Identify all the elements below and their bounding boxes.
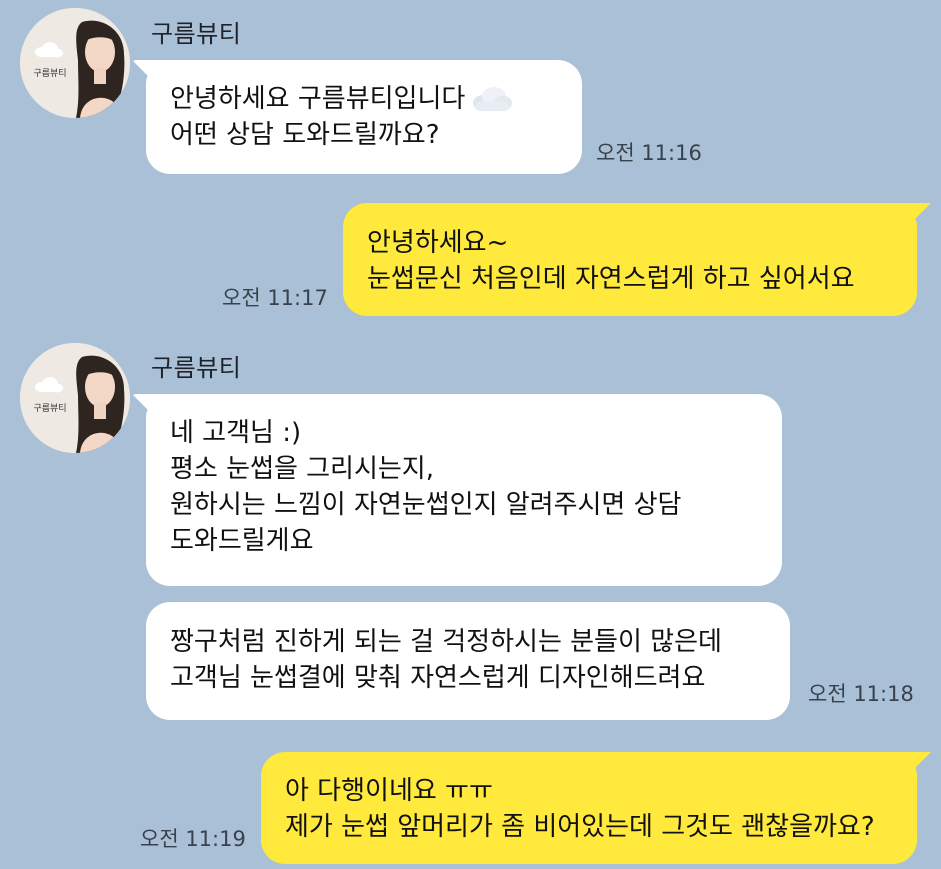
message-bubble[interactable]: 안녕하세요~ 눈썹문신 처음인데 자연스럽게 하고 싶어서요 (343, 203, 931, 316)
message-text: 안녕하세요 구름뷰티입니다 (170, 84, 466, 114)
message-line: 제가 눈썹 앞머리가 좀 비어있는데 그것도 괜찮을까요? (285, 812, 875, 842)
message-line: 네 고객님 :) (170, 418, 302, 448)
message-bubble[interactable]: 네 고객님 :) 평소 눈썹을 그리시는지, 원하시는 느낌이 자연눈썹인지 알… (132, 394, 782, 586)
message-bubble[interactable]: 아 다행이네요 ㅠㅠ 제가 눈썹 앞머리가 좀 비어있는데 그것도 괜찮을까요? (261, 752, 931, 864)
bubble-tail (132, 394, 172, 434)
bubble-tail (132, 60, 172, 100)
avatar[interactable]: 구름뷰티 (20, 8, 130, 118)
message-line: 아 다행이네요 ㅠㅠ (285, 776, 493, 806)
message-time: 오전 11:18 (808, 682, 914, 706)
message-line: 원하시는 느낌이 자연눈썹인지 알려주시면 상담 (170, 490, 682, 520)
sender-name: 구름뷰티 (151, 20, 242, 48)
chat-log: 구름뷰티 구름뷰티 안녕하세요 구름뷰티입니다 어떤 상담 도와드릴까요? 오전… (0, 0, 941, 869)
message-time: 오전 11:17 (222, 286, 328, 310)
message-time: 오전 11:19 (140, 827, 246, 851)
message-line: 짱구처럼 진하게 되는 걸 걱정하시는 분들이 많은데 (170, 627, 722, 657)
avatar-label: 구름뷰티 (33, 68, 66, 79)
avatar[interactable]: 구름뷰티 (20, 343, 130, 453)
message-line: 안녕하세요~ (367, 228, 509, 258)
avatar-image: 구름뷰티 (20, 8, 130, 118)
sender-name: 구름뷰티 (151, 354, 242, 382)
message-time: 오전 11:16 (596, 141, 702, 165)
cloud-emoji-icon (473, 87, 513, 111)
avatar-label: 구름뷰티 (33, 403, 66, 414)
message-bubble[interactable]: 짱구처럼 진하게 되는 걸 걱정하시는 분들이 많은데 고객님 눈썹결에 맞춰 … (146, 602, 790, 720)
message-line: 안녕하세요 구름뷰티입니다 (170, 81, 558, 117)
message-line: 눈썹문신 처음인데 자연스럽게 하고 싶어서요 (367, 264, 855, 294)
message-line: 평소 눈썹을 그리시는지, (170, 454, 434, 484)
message-line: 고객님 눈썹결에 맞춰 자연스럽게 디자인해드려요 (170, 663, 706, 693)
message-line: 어떤 상담 도와드릴까요? (170, 120, 440, 150)
bubble-tail (891, 752, 931, 792)
message-line: 도와드릴게요 (170, 526, 314, 556)
avatar-image: 구름뷰티 (20, 343, 130, 453)
message-bubble[interactable]: 안녕하세요 구름뷰티입니다 어떤 상담 도와드릴까요? (132, 60, 582, 174)
bubble-tail (891, 203, 931, 243)
